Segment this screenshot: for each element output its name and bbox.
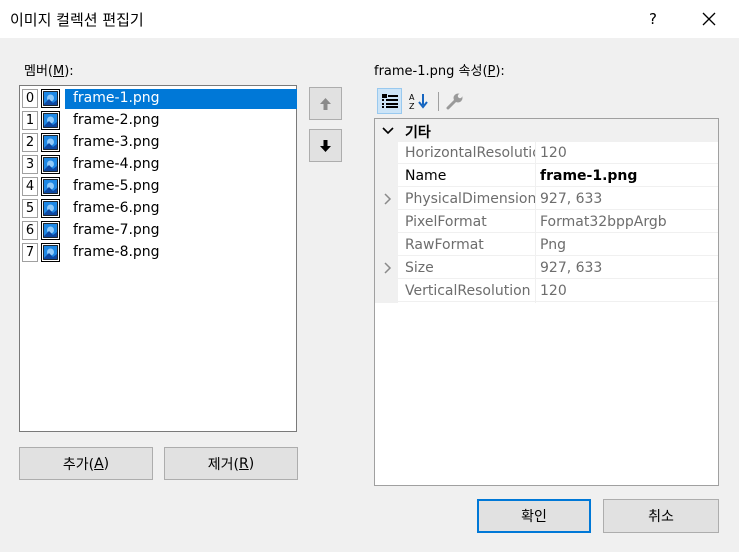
list-item-index: 1 bbox=[22, 111, 38, 130]
property-value: 120 bbox=[536, 280, 718, 302]
property-value: 120 bbox=[536, 142, 718, 164]
toolbar-separator bbox=[438, 92, 439, 111]
property-value[interactable]: frame-1.png bbox=[536, 165, 718, 187]
property-row[interactable]: PixelFormat Format32bppArgb bbox=[375, 211, 718, 234]
property-name: PixelFormat bbox=[398, 211, 535, 233]
list-item[interactable]: 0 frame-1.png bbox=[21, 88, 297, 109]
property-name: Size bbox=[398, 257, 535, 279]
categorized-button[interactable] bbox=[377, 88, 402, 114]
image-file-icon bbox=[41, 111, 60, 130]
category-label: 기타 bbox=[405, 125, 431, 141]
sort-az-icon: A Z bbox=[409, 93, 428, 110]
list-item-index: 6 bbox=[22, 221, 38, 240]
cancel-button[interactable]: 취소 bbox=[603, 499, 719, 533]
property-name: RawFormat bbox=[398, 234, 535, 256]
property-grid-toolbar: A Z bbox=[374, 88, 494, 116]
help-button[interactable]: ? bbox=[630, 0, 676, 38]
list-item-name: frame-1.png bbox=[73, 90, 160, 106]
list-item[interactable]: 2 frame-3.png bbox=[21, 132, 296, 153]
category-row[interactable]: 기타 bbox=[375, 119, 718, 142]
property-row[interactable]: HorizontalResolution 120 bbox=[375, 142, 718, 165]
list-item-name: frame-6.png bbox=[73, 200, 160, 216]
members-list[interactable]: 0 frame-1.png 1 frame-2.png 2 frame-3.pn… bbox=[19, 85, 297, 432]
svg-text:Z: Z bbox=[409, 102, 415, 110]
list-item-index: 5 bbox=[22, 199, 38, 218]
properties-label: frame-1.png 속성(P): bbox=[374, 64, 505, 79]
svg-text:A: A bbox=[409, 93, 415, 102]
property-name: VerticalResolution bbox=[398, 280, 535, 302]
property-pages-button[interactable] bbox=[442, 88, 467, 114]
property-row[interactable]: VerticalResolution 120 bbox=[375, 280, 718, 303]
add-button[interactable]: 추가(A) bbox=[19, 447, 153, 480]
wrench-icon bbox=[446, 93, 462, 110]
list-item[interactable]: 7 frame-8.png bbox=[21, 242, 296, 263]
image-file-icon bbox=[41, 89, 60, 108]
close-button[interactable] bbox=[684, 0, 734, 38]
property-row[interactable]: Name frame-1.png bbox=[375, 165, 718, 188]
list-item[interactable]: 6 frame-7.png bbox=[21, 220, 296, 241]
move-up-button[interactable] bbox=[309, 87, 342, 120]
list-item-index: 2 bbox=[22, 133, 38, 152]
list-item[interactable]: 1 frame-2.png bbox=[21, 110, 296, 131]
list-item-name: frame-2.png bbox=[73, 112, 160, 128]
property-row[interactable]: RawFormat Png bbox=[375, 234, 718, 257]
list-item[interactable]: 4 frame-5.png bbox=[21, 176, 296, 197]
arrow-down-icon bbox=[320, 139, 331, 152]
chevron-right-icon[interactable] bbox=[381, 262, 393, 274]
chevron-right-icon[interactable] bbox=[381, 193, 393, 205]
property-name: HorizontalResolution bbox=[398, 142, 535, 164]
image-file-icon bbox=[41, 133, 60, 152]
members-label: 멤버(M): bbox=[24, 64, 74, 79]
list-item-name: frame-7.png bbox=[73, 222, 160, 238]
property-name: Name bbox=[398, 165, 535, 187]
window-title: 이미지 컬렉션 편집기 bbox=[10, 11, 144, 29]
list-item-index: 3 bbox=[22, 155, 38, 174]
chevron-down-icon[interactable] bbox=[382, 125, 394, 137]
list-item-name: frame-8.png bbox=[73, 244, 160, 260]
list-item-index: 0 bbox=[22, 89, 38, 108]
move-down-button[interactable] bbox=[309, 129, 342, 162]
property-name: PhysicalDimension bbox=[398, 188, 535, 210]
list-item-name: frame-3.png bbox=[73, 134, 160, 150]
property-value: Png bbox=[536, 234, 718, 256]
alphabetical-button[interactable]: A Z bbox=[406, 88, 431, 114]
property-value: 927, 633 bbox=[536, 257, 718, 279]
close-icon bbox=[702, 12, 716, 26]
ok-button[interactable]: 확인 bbox=[477, 499, 591, 533]
image-file-icon bbox=[41, 243, 60, 262]
property-value: Format32bppArgb bbox=[536, 211, 718, 233]
property-grid[interactable]: 기타 HorizontalResolution 120 Name frame-1… bbox=[374, 118, 719, 486]
list-item-index: 4 bbox=[22, 177, 38, 196]
list-item[interactable]: 3 frame-4.png bbox=[21, 154, 296, 175]
list-item-name: frame-5.png bbox=[73, 178, 160, 194]
arrow-up-icon bbox=[320, 97, 331, 110]
list-item[interactable]: 5 frame-6.png bbox=[21, 198, 296, 219]
categorized-icon bbox=[381, 94, 398, 108]
property-value: 927, 633 bbox=[536, 188, 718, 210]
property-row[interactable]: PhysicalDimension 927, 633 bbox=[375, 188, 718, 211]
property-row[interactable]: Size 927, 633 bbox=[375, 257, 718, 280]
remove-button[interactable]: 제거(R) bbox=[164, 447, 298, 480]
list-item-index: 7 bbox=[22, 243, 38, 262]
image-file-icon bbox=[41, 199, 60, 218]
image-file-icon bbox=[41, 221, 60, 240]
image-file-icon bbox=[41, 177, 60, 196]
list-item-name: frame-4.png bbox=[73, 156, 160, 172]
image-file-icon bbox=[41, 155, 60, 174]
